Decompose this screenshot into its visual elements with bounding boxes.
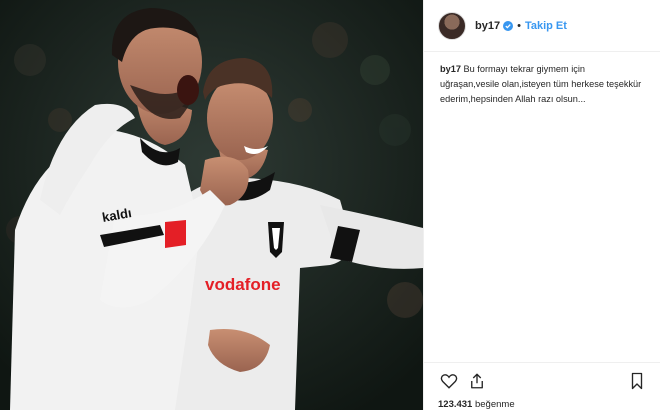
share-icon[interactable] xyxy=(466,370,488,392)
post-photo[interactable]: vodafone kaldı xyxy=(0,0,423,410)
username[interactable]: by17 xyxy=(475,20,500,32)
post-header: by17 • Takip Et xyxy=(424,0,660,52)
caption-text: Bu formayı tekrar giymem için uğraşan,ve… xyxy=(440,64,642,104)
post-sidebar: by17 • Takip Et by17 Bu formayı tekrar g… xyxy=(423,0,660,410)
verified-badge-icon xyxy=(503,20,514,31)
post-caption: by17 Bu formayı tekrar giymem için uğraş… xyxy=(424,52,660,107)
avatar[interactable] xyxy=(438,11,466,40)
bookmark-icon[interactable] xyxy=(626,370,648,392)
like-heart-icon[interactable] xyxy=(438,370,460,392)
separator-dot: • xyxy=(517,19,521,32)
sponsor-text: vodafone xyxy=(205,275,281,294)
post-actions: 123.431 beğenme xyxy=(424,362,660,410)
follow-button[interactable]: Takip Et xyxy=(525,20,567,32)
likes-count[interactable]: 123.431 beğenme xyxy=(438,399,648,410)
football-celebration-image: vodafone kaldı xyxy=(0,0,423,410)
likes-label: beğenme xyxy=(474,399,515,410)
likes-number: 123.431 xyxy=(438,399,473,410)
caption-username[interactable]: by17 xyxy=(440,64,461,74)
instagram-post: vodafone kaldı by17 • Takip Et by17 Bu f… xyxy=(0,0,660,410)
